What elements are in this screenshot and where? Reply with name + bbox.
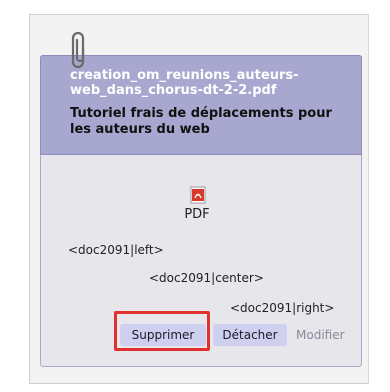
attachment-filename[interactable]: creation_om_reunions_auteurs-web_dans_ch… xyxy=(70,68,355,98)
file-type-label: PDF xyxy=(184,207,210,222)
attachment-title: Tutoriel frais de déplacements pour les … xyxy=(70,106,332,137)
detach-button[interactable]: Détacher xyxy=(213,324,287,346)
paperclip-icon xyxy=(71,31,85,69)
modify-link[interactable]: Modifier xyxy=(292,324,362,346)
delete-button-highlight xyxy=(114,311,210,351)
embed-model-center: <doc2091|center> xyxy=(149,271,264,285)
embed-model-right: <doc2091|right> xyxy=(230,301,335,315)
embed-model-left: <doc2091|left> xyxy=(68,243,164,257)
pdf-file-icon[interactable] xyxy=(189,186,207,204)
